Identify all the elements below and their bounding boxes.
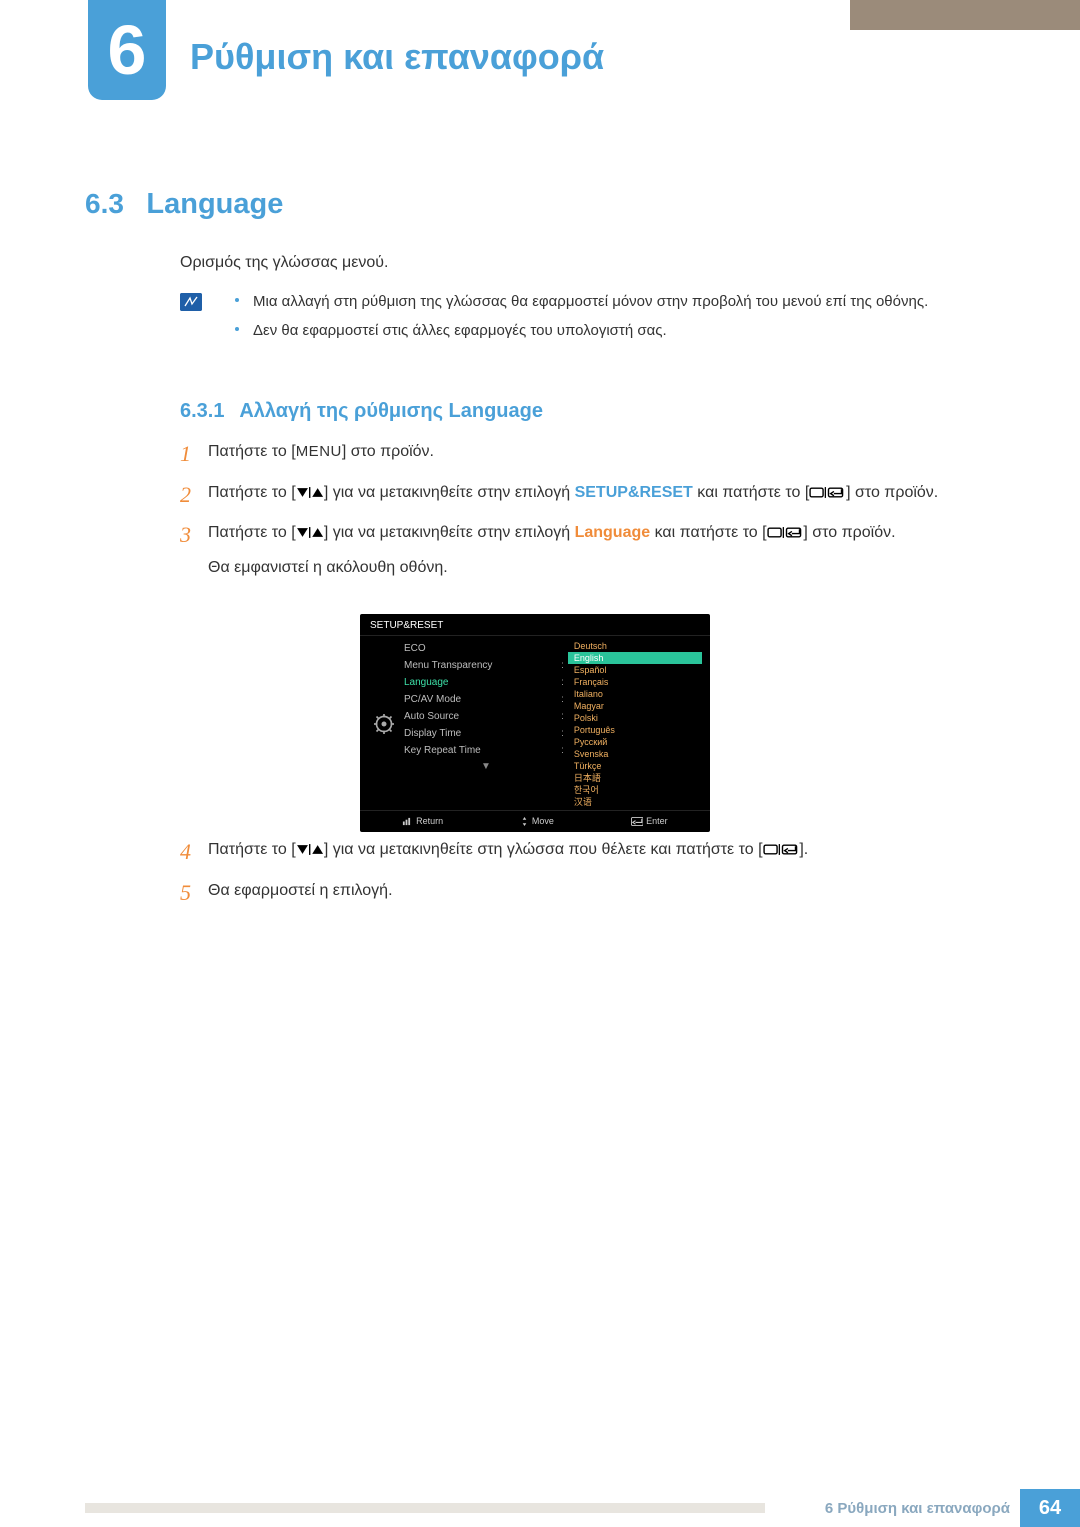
step-text: Πατήστε το [MENU] στο προϊόν. [204,440,940,469]
steps-list: 1 Πατήστε το [MENU] στο προϊόν. 2 Πατήστ… [180,440,940,593]
down-up-icon [296,526,324,539]
step-number: 5 [180,879,204,908]
step-subtext: Θα εμφανιστεί η ακόλουθη οθόνη. [208,556,940,581]
page-footer: 6 Ρύθμιση και επαναφορά 64 [0,1489,1080,1527]
chapter-title: Ρύθμιση και επαναφορά [190,36,604,78]
keyword-language: Language [575,524,651,541]
lang-option: Español [568,664,702,676]
step-2: 2 Πατήστε το [] για να μετακινηθείτε στη… [180,481,940,510]
step-3: 3 Πατήστε το [] για να μετακινηθείτε στη… [180,521,940,581]
step-text: Πατήστε το [] για να μετακινηθείτε στην … [204,521,940,581]
page-number: 64 [1020,1489,1080,1527]
step-4: 4 Πατήστε το [] για να μετακινηθείτε στη… [180,838,940,867]
osd-left-icon-area [368,640,400,808]
chapter-tab: 6 [88,0,166,100]
source-enter-icon [809,486,846,499]
lang-option: Italiano [568,688,702,700]
step-1: 1 Πατήστε το [MENU] στο προϊόν. [180,440,940,469]
step-text: Θα εφαρμοστεί η επιλογή. [204,879,940,908]
osd-item: Auto Source: [404,708,568,725]
osd-body: ECO Menu Transparency: Language: PC/AV M… [360,636,710,810]
lang-option: Português [568,724,702,736]
note-block: Μια αλλαγή στη ρύθμιση της γλώσσας θα εφ… [180,290,950,349]
osd-title: SETUP&RESET [360,614,710,636]
step-number: 4 [180,838,204,867]
note-item: Μια αλλαγή στη ρύθμιση της γλώσσας θα εφ… [235,290,950,313]
source-enter-icon [767,526,804,539]
keyword-setup-reset: SETUP&RESET [575,484,693,501]
step-number: 1 [180,440,204,469]
section-heading: 6.3 Language [85,188,283,221]
footer-stripe [85,1503,765,1513]
step-text: Πατήστε το [] για να μετακινηθείτε στην … [204,481,940,510]
subsection-number: 6.3.1 [180,400,224,422]
steps-list-continued: 4 Πατήστε το [] για να μετακινηθείτε στη… [180,838,940,919]
lang-option-selected: English [568,652,702,664]
step-number: 2 [180,481,204,510]
header-stripe [850,0,1080,30]
osd-item-active: Language: [404,674,568,691]
lang-option: Svenska [568,748,702,760]
section-title: Language [146,188,283,220]
lang-option: 日本語 [568,772,702,784]
subsection-heading: 6.3.1 Αλλαγή της ρύθμισης Language [180,400,543,423]
step-text: Πατήστε το [] για να μετακινηθείτε στη γ… [204,838,940,867]
footer-label: 6 Ρύθμιση και επαναφορά [825,1489,1010,1527]
osd-item: Menu Transparency: [404,657,568,674]
note-list: Μια αλλαγή στη ρύθμιση της γλώσσας θα εφ… [235,290,950,343]
lang-option: 汉语 [568,796,702,808]
lang-option: Русский [568,736,702,748]
osd-item: Key Repeat Time: [404,742,568,759]
osd-menu: SETUP&RESET ECO Menu Transparency: Langu… [360,614,710,832]
osd-footer: Return Move Enter [360,810,710,828]
chapter-number: 6 [108,10,147,90]
step-number: 3 [180,521,204,581]
page: 6 Ρύθμιση και επαναφορά 6.3 Language Ορι… [0,0,1080,1527]
down-up-icon [296,843,324,856]
down-up-icon [296,486,324,499]
note-item: Δεν θα εφαρμοστεί στις άλλες εφαρμογές τ… [235,319,950,342]
osd-item: PC/AV Mode: [404,691,568,708]
osd-item: Display Time: [404,725,568,742]
osd-menu-items: ECO Menu Transparency: Language: PC/AV M… [400,640,568,808]
section-number: 6.3 [85,188,124,219]
note-icon [180,293,202,311]
osd-return: Return [402,816,443,826]
menu-key: MENU [296,443,342,460]
gear-icon [374,714,394,734]
osd-enter: Enter [631,816,668,826]
lang-option: Magyar [568,700,702,712]
osd-language-list: Deutsch English Español Français Italian… [568,640,702,808]
osd-item: ECO [404,640,568,657]
lang-option: Polski [568,712,702,724]
source-enter-icon [763,843,800,856]
lang-option: 한국어 [568,784,702,796]
lang-option: Français [568,676,702,688]
lang-option: Türkçe [568,760,702,772]
step-5: 5 Θα εφαρμοστεί η επιλογή. [180,879,940,908]
subsection-title: Αλλαγή της ρύθμισης Language [239,400,543,422]
down-arrow-icon: ▼ [404,761,568,772]
osd-move: Move [520,816,554,826]
intro-text: Ορισμός της γλώσσας μενού. [180,254,388,272]
lang-option: Deutsch [568,640,702,652]
